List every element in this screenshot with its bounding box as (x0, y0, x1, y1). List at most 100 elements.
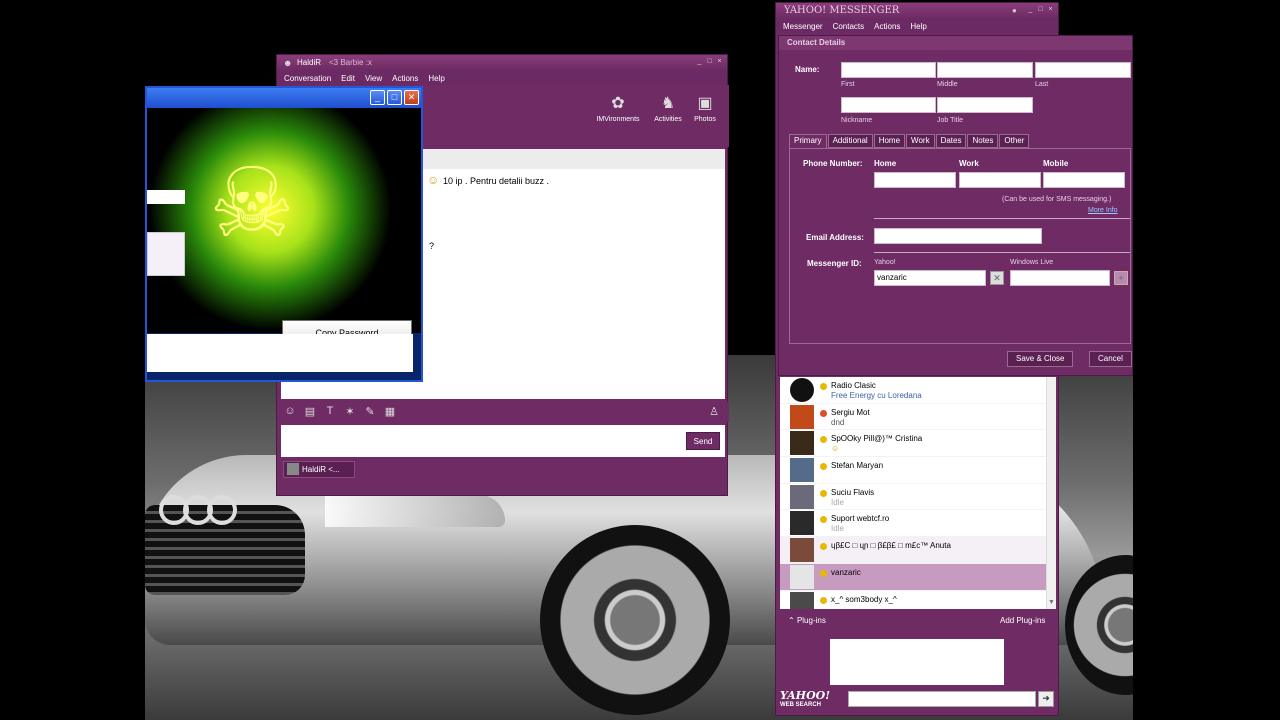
chat-title: HaldiR (297, 58, 322, 67)
job-title-field[interactable] (937, 97, 1033, 113)
buddy-list[interactable]: Radio Clasic Free Energy cu Loredana Serg… (780, 377, 1046, 609)
list-item[interactable]: SpOOky Pill@)™ Cristina ☺ (780, 430, 1046, 458)
car-wheel-front (540, 525, 730, 715)
avatar (790, 378, 814, 402)
menu-actions[interactable]: Actions (392, 74, 418, 83)
list-item-selected[interactable]: vanzaric (780, 563, 1046, 591)
tab-work[interactable]: Work (906, 134, 935, 148)
chat-titlebar[interactable]: ☻ HaldiR <3 Barbie :x _ □ × (277, 55, 727, 71)
text-format-icon[interactable]: T (321, 405, 339, 418)
minimize-icon[interactable]: _ (695, 58, 704, 67)
plugins-toggle[interactable]: ⌃ Plug-ins (788, 616, 826, 625)
buzz-icon[interactable]: ✶ (341, 405, 359, 418)
tab-other[interactable]: Other (999, 134, 1030, 148)
menu-conversation[interactable]: Conversation (284, 74, 331, 83)
contact-icon[interactable]: ♙ (705, 405, 723, 418)
add-id-icon[interactable]: + (1114, 271, 1128, 285)
save-close-button[interactable]: Save & Close (1007, 351, 1074, 367)
yahoo-id-caption: Yahoo! (874, 259, 896, 266)
buddy-list-scrollbar[interactable]: ▼ (1046, 377, 1056, 609)
avatar (790, 591, 814, 609)
windows-live-id-field[interactable] (1010, 270, 1110, 286)
maximize-icon[interactable]: □ (705, 58, 714, 67)
menu-help[interactable]: Help (910, 22, 926, 31)
yahoo-id-field[interactable]: vanzaric (874, 270, 986, 286)
menu-contacts[interactable]: Contacts (833, 22, 865, 31)
phone-home-caption: Home (874, 159, 897, 168)
menu-edit[interactable]: Edit (341, 74, 355, 83)
ad-area[interactable] (830, 639, 1004, 685)
menu-view[interactable]: View (365, 74, 382, 83)
last-name-field[interactable] (1035, 62, 1131, 78)
tab-dates[interactable]: Dates (935, 134, 967, 148)
email-field[interactable] (874, 228, 1042, 244)
skull-image: ☠ Copy Password (147, 108, 421, 346)
tab-additional[interactable]: Additional (827, 134, 873, 148)
send-button[interactable]: Send (686, 432, 720, 450)
phone-label: Phone Number: (803, 159, 863, 168)
last-caption: Last (1035, 81, 1049, 88)
maximize-icon[interactable]: □ (1036, 6, 1045, 15)
close-icon[interactable]: ✕ (404, 90, 419, 105)
list-item[interactable]: x_^ som3body x_^ (780, 591, 1046, 609)
text-area[interactable] (147, 232, 185, 276)
phone-mobile-field[interactable] (1043, 172, 1125, 188)
menu-help[interactable]: Help (428, 74, 444, 83)
popup-output-box[interactable] (147, 334, 413, 372)
doodle-icon[interactable]: ✎ (361, 405, 379, 418)
wink-icon[interactable]: ▤ (301, 405, 319, 418)
remove-id-icon[interactable]: ✕ (990, 271, 1004, 285)
more-icon[interactable]: ▦ (381, 405, 399, 418)
conversation-tab[interactable]: HaldiR <... (283, 461, 355, 478)
close-icon[interactable]: × (1046, 6, 1055, 15)
list-item[interactable]: Stefan Maryan (780, 457, 1046, 484)
tab-primary[interactable]: Primary (789, 134, 827, 148)
status-icon[interactable]: ● (1012, 6, 1017, 15)
maximize-icon[interactable]: □ (387, 90, 402, 105)
list-item[interactable]: ɥβ£Ϲ □ ɥɲ □ β£β£ □ m£c™ Anuta (780, 537, 1046, 564)
phone-work-caption: Work (959, 159, 979, 168)
popup-titlebar[interactable]: _ □ ✕ (147, 88, 421, 108)
contact-details-dialog: Contact Details Name: First Middle Last … (778, 35, 1133, 376)
search-arrow-icon[interactable]: ➜ (1038, 691, 1054, 707)
text-field[interactable] (147, 190, 185, 204)
messenger-titlebar[interactable]: YAHOO! MESSENGER ● _ □ × (776, 3, 1058, 19)
avatar (790, 538, 814, 563)
menu-messenger[interactable]: Messenger (783, 22, 823, 31)
list-item[interactable]: Sergiu Mot dnd (780, 404, 1046, 431)
message-input[interactable] (281, 425, 725, 457)
photos-button[interactable]: ▣ Photos (685, 93, 725, 133)
tab-home[interactable]: Home (873, 134, 906, 148)
menu-actions[interactable]: Actions (874, 22, 900, 31)
name-label: Name: (795, 65, 820, 74)
cancel-button[interactable]: Cancel (1089, 351, 1132, 367)
status-dot-icon (820, 516, 827, 524)
phone-home-field[interactable] (874, 172, 956, 188)
job-title-caption: Job Title (937, 117, 964, 124)
messenger-menubar: Messenger Contacts Actions Help (776, 19, 1058, 33)
list-item[interactable]: Suport webtcf.ro Idle (780, 510, 1046, 538)
phone-work-field[interactable] (959, 172, 1041, 188)
add-plugins-link[interactable]: Add Plug-ins (1000, 616, 1045, 625)
imvironments-button[interactable]: ✿ IMVironments (593, 93, 643, 133)
nickname-field[interactable] (841, 97, 936, 113)
close-icon[interactable]: × (715, 58, 724, 67)
messenger-id-label: Messenger ID: (807, 259, 862, 268)
web-search-input[interactable] (848, 691, 1036, 707)
minimize-icon[interactable]: _ (370, 90, 385, 105)
more-info-link[interactable]: More Info (1088, 207, 1118, 214)
first-name-field[interactable] (841, 62, 936, 78)
status-dot-icon (820, 436, 827, 444)
minimize-icon[interactable]: _ (1026, 6, 1035, 15)
list-item[interactable]: Radio Clasic Free Energy cu Loredana (780, 377, 1046, 404)
status-dot-icon (820, 489, 827, 497)
middle-name-field[interactable] (937, 62, 1033, 78)
windows-live-caption: Windows Live (1010, 259, 1054, 266)
list-item[interactable]: Suciu Flavis Idle (780, 484, 1046, 511)
emoticon-icon[interactable]: ☺ (281, 405, 299, 418)
status-dot-icon (820, 543, 827, 551)
tab-notes[interactable]: Notes (967, 134, 999, 148)
scroll-down-icon[interactable]: ▼ (1048, 599, 1055, 606)
avatar (790, 431, 814, 456)
status-dot-icon (820, 596, 827, 604)
